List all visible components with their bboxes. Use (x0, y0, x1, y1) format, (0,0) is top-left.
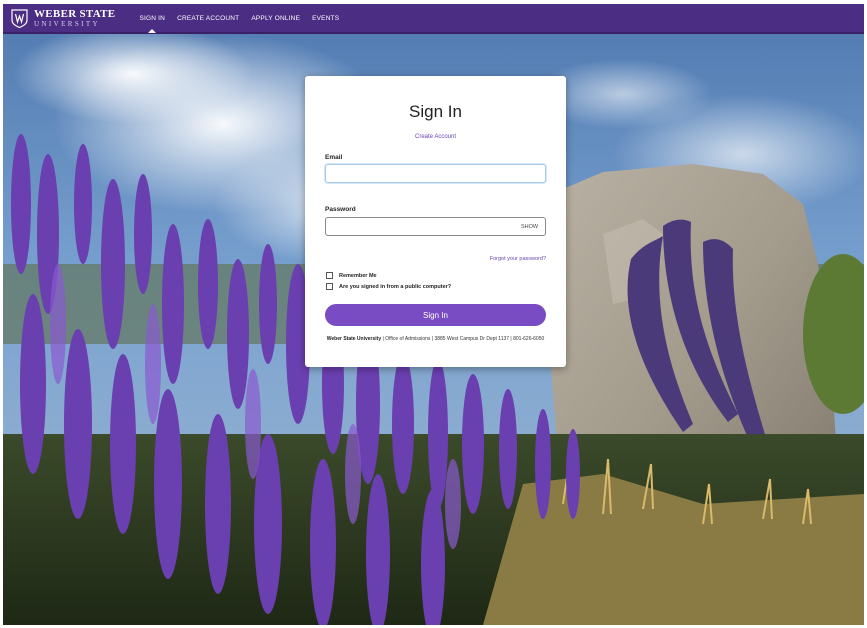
public-computer-label: Are you signed in from a public computer… (339, 283, 452, 290)
create-account-link[interactable]: Create Account (305, 134, 566, 140)
remember-me-label: Remember Me (339, 272, 377, 279)
nav-menu: SIGN IN CREATE ACCOUNT APPLY ONLINE EVEN… (133, 4, 345, 33)
brand-logo[interactable]: WEBER STATE UNIVERSITY (11, 7, 116, 28)
nav-item-sign-in[interactable]: SIGN IN (133, 4, 171, 33)
email-field[interactable] (325, 164, 546, 183)
forgot-password-link[interactable]: Forgot your password? (490, 256, 546, 262)
footer-details: | Office of Admissions | 3885 West Campu… (381, 336, 545, 342)
sign-in-card: Sign In Create Account Email Password SH… (305, 76, 566, 367)
nav-item-apply-online[interactable]: APPLY ONLINE (245, 4, 306, 32)
nav-item-events[interactable]: EVENTS (306, 4, 345, 32)
brand-name: WEBER STATE (34, 7, 116, 20)
password-field[interactable] (325, 217, 546, 236)
show-password-button[interactable]: SHOW (521, 224, 538, 230)
brand-subtitle: UNIVERSITY (34, 19, 100, 28)
remember-me-row[interactable]: Remember Me (326, 272, 377, 279)
public-computer-checkbox[interactable] (326, 283, 333, 290)
public-computer-row[interactable]: Are you signed in from a public computer… (326, 283, 451, 290)
password-label: Password (325, 206, 356, 213)
app-frame: WEBER STATE UNIVERSITY SIGN IN CREATE AC… (3, 4, 864, 625)
email-label: Email (325, 154, 343, 161)
nav-item-create-account[interactable]: CREATE ACCOUNT (171, 4, 245, 32)
footer-address: Weber State University | Office of Admis… (325, 336, 546, 343)
footer-org: Weber State University (326, 336, 382, 342)
remember-me-checkbox[interactable] (326, 272, 333, 279)
shield-logo-icon (11, 8, 28, 28)
sign-in-button[interactable]: Sign In (325, 304, 546, 326)
top-nav-bar: WEBER STATE UNIVERSITY SIGN IN CREATE AC… (3, 4, 864, 34)
page-title: Sign In (409, 102, 462, 121)
